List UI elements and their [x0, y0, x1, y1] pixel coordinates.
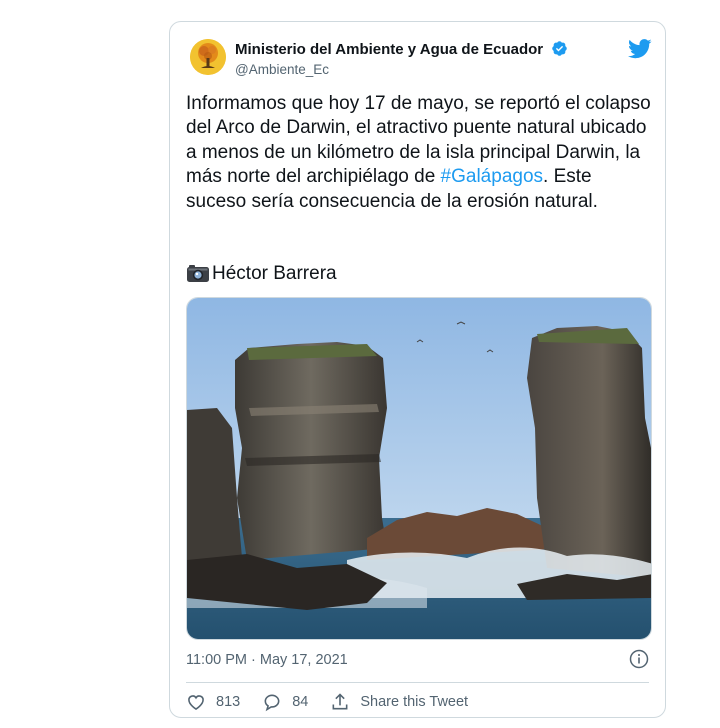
share-icon — [332, 693, 348, 710]
like-count: 813 — [216, 694, 241, 710]
tweet-card[interactable]: Ministerio del Ambiente y Agua de Ecuado… — [169, 21, 666, 718]
share-button[interactable]: Share this Tweet — [330, 692, 468, 712]
photo-credit: Héctor Barrera — [186, 262, 337, 286]
author-name-row[interactable]: Ministerio del Ambiente y Agua de Ecuado… — [235, 40, 568, 58]
info-icon[interactable] — [629, 649, 649, 674]
hashtag-link[interactable]: #Galápagos — [441, 166, 543, 187]
reply-button[interactable]: 84 — [262, 692, 308, 712]
verified-badge-icon — [552, 41, 568, 56]
divider — [186, 682, 649, 683]
tweet-timestamp[interactable]: 11:00 PM · May 17, 2021 — [186, 652, 348, 668]
reply-bubble-icon — [264, 694, 280, 712]
reply-count: 84 — [292, 694, 309, 710]
tweet-actions: 813 84 Share this Tweet — [186, 690, 490, 714]
heart-icon — [188, 695, 204, 711]
camera-icon — [187, 265, 209, 282]
twitter-bird-icon[interactable] — [628, 39, 652, 64]
share-label: Share this Tweet — [360, 694, 469, 710]
author-avatar[interactable] — [190, 39, 226, 75]
tweet-photo[interactable] — [186, 297, 652, 640]
author-handle[interactable]: @Ambiente_Ec — [235, 62, 329, 77]
tree-logo-icon — [190, 39, 226, 75]
photo-credit-name: Héctor Barrera — [212, 263, 337, 284]
tweet-text: Informamos que hoy 17 de mayo, se report… — [186, 92, 656, 214]
like-button[interactable]: 813 — [186, 692, 240, 712]
author-name[interactable]: Ministerio del Ambiente y Agua de Ecuado… — [235, 41, 543, 58]
